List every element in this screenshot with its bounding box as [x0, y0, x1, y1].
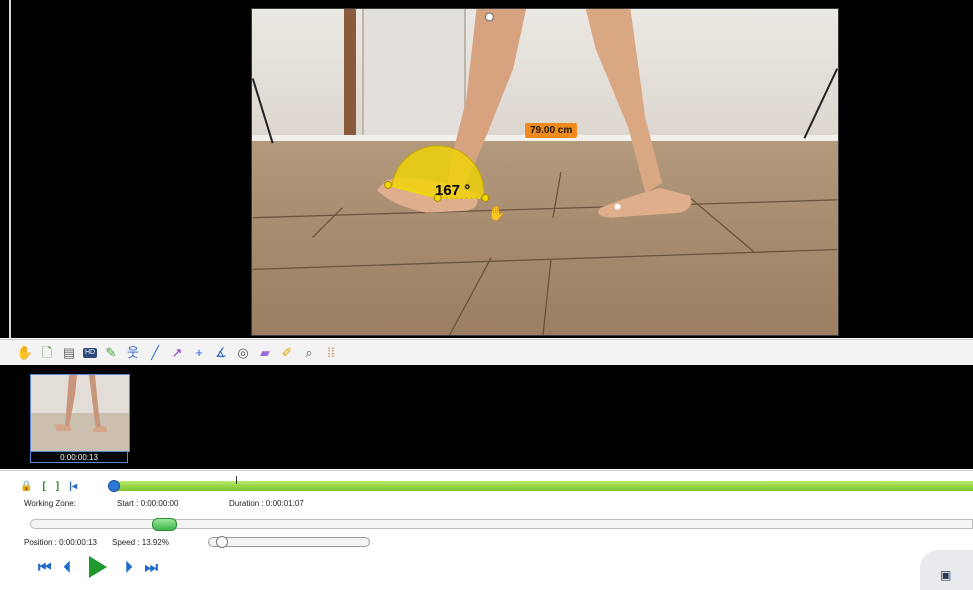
hd-icon[interactable]: HD — [83, 347, 97, 358]
video-frame[interactable]: 79.00 cm 167 ° ✋ — [251, 8, 839, 336]
arrow-icon[interactable]: ↗ — [169, 345, 185, 361]
speed-readout: Speed : 13.92% — [112, 538, 169, 547]
angle-value-label[interactable]: 167 ° — [435, 182, 470, 199]
transport-buttons: ⏮ ⏴ ⏵ ⏭ — [38, 556, 158, 578]
angle-point-2 — [481, 193, 490, 202]
position-handle[interactable] — [152, 518, 177, 531]
right-leg — [585, 9, 663, 193]
working-zone-label: Working Zone: — [24, 499, 76, 508]
video-viewer[interactable]: 79.00 cm 167 ° ✋ — [0, 0, 973, 338]
knee-marker — [484, 12, 494, 22]
keyframe-timestamp: 0:00:00:13 — [30, 451, 128, 463]
cross-marker-icon[interactable]: + — [191, 345, 207, 361]
play-icon[interactable] — [89, 556, 108, 578]
goto-start-icon[interactable]: |◂ — [69, 481, 77, 492]
working-zone-start-handle[interactable] — [108, 480, 120, 492]
heel-marker — [614, 203, 621, 210]
camera-icon[interactable]: ▣ — [940, 568, 951, 582]
chronometer-icon[interactable]: ◎ — [235, 345, 251, 361]
highlighter-icon[interactable]: ✐ — [279, 345, 295, 361]
last-frame-icon[interactable]: ⏭ — [145, 559, 159, 576]
hand-cursor-icon: ✋ — [488, 205, 506, 221]
first-frame-icon[interactable]: ⏮ — [38, 559, 52, 576]
hand-icon[interactable]: ✋ — [17, 345, 33, 361]
new-document-icon[interactable]: 🗋 — [39, 345, 55, 361]
magnifier-icon[interactable]: ⌕ — [301, 345, 317, 361]
drawing-toolbar: ✋ 🗋 ▤ HD ✎ 웃 ╱ ↗ + ∡ ◎ ▰ ✐ ⌕ ⁞⁞ — [0, 339, 973, 365]
floor-tile-lines — [252, 171, 838, 335]
notes-icon[interactable]: ▤ — [61, 345, 77, 361]
working-zone-start: Start : 0:00:00:00 — [117, 499, 179, 508]
working-zone-buttons: 🔒 [ ] |◂ — [20, 481, 77, 492]
playback-panel: 🔒 [ ] |◂ Working Zone: Start : 0:00:00:0… — [0, 470, 973, 589]
thumbnail-drawing — [55, 375, 107, 432]
rectangle-icon[interactable]: ▰ — [257, 345, 273, 361]
pencil-icon[interactable]: ✎ — [103, 345, 119, 361]
scene-drawing — [252, 9, 838, 335]
grid-icon[interactable]: ⁞⁞ — [323, 345, 339, 361]
keyframe-thumbnail[interactable] — [30, 374, 130, 452]
right-foot — [598, 187, 692, 218]
tripod-leg-left — [252, 78, 274, 144]
angle-icon[interactable]: ∡ — [213, 345, 229, 361]
line-icon[interactable]: ╱ — [147, 345, 163, 361]
posture-icon[interactable]: 웃 — [125, 345, 141, 361]
angle-point-1 — [383, 180, 392, 189]
keyframe-strip: 0:00:00:13 — [0, 365, 973, 469]
set-end-icon[interactable]: ] — [56, 481, 59, 492]
working-zone-track[interactable] — [108, 481, 973, 491]
position-readout: Position : 0:00:00:13 — [24, 538, 97, 547]
working-zone-duration: Duration : 0:00:01:07 — [229, 499, 304, 508]
lock-icon[interactable]: 🔒 — [20, 481, 32, 492]
next-frame-icon[interactable]: ⏵ — [125, 559, 133, 576]
distance-label[interactable]: 79.00 cm — [525, 123, 578, 138]
previous-frame-icon[interactable]: ⏴ — [64, 559, 72, 576]
working-zone-cursor — [236, 476, 237, 484]
viewer-left-border — [9, 0, 11, 338]
set-start-icon[interactable]: [ — [42, 481, 45, 492]
tripod-leg-right — [803, 68, 838, 139]
speed-slider-track[interactable] — [208, 537, 370, 547]
speed-slider-handle[interactable] — [216, 536, 228, 548]
